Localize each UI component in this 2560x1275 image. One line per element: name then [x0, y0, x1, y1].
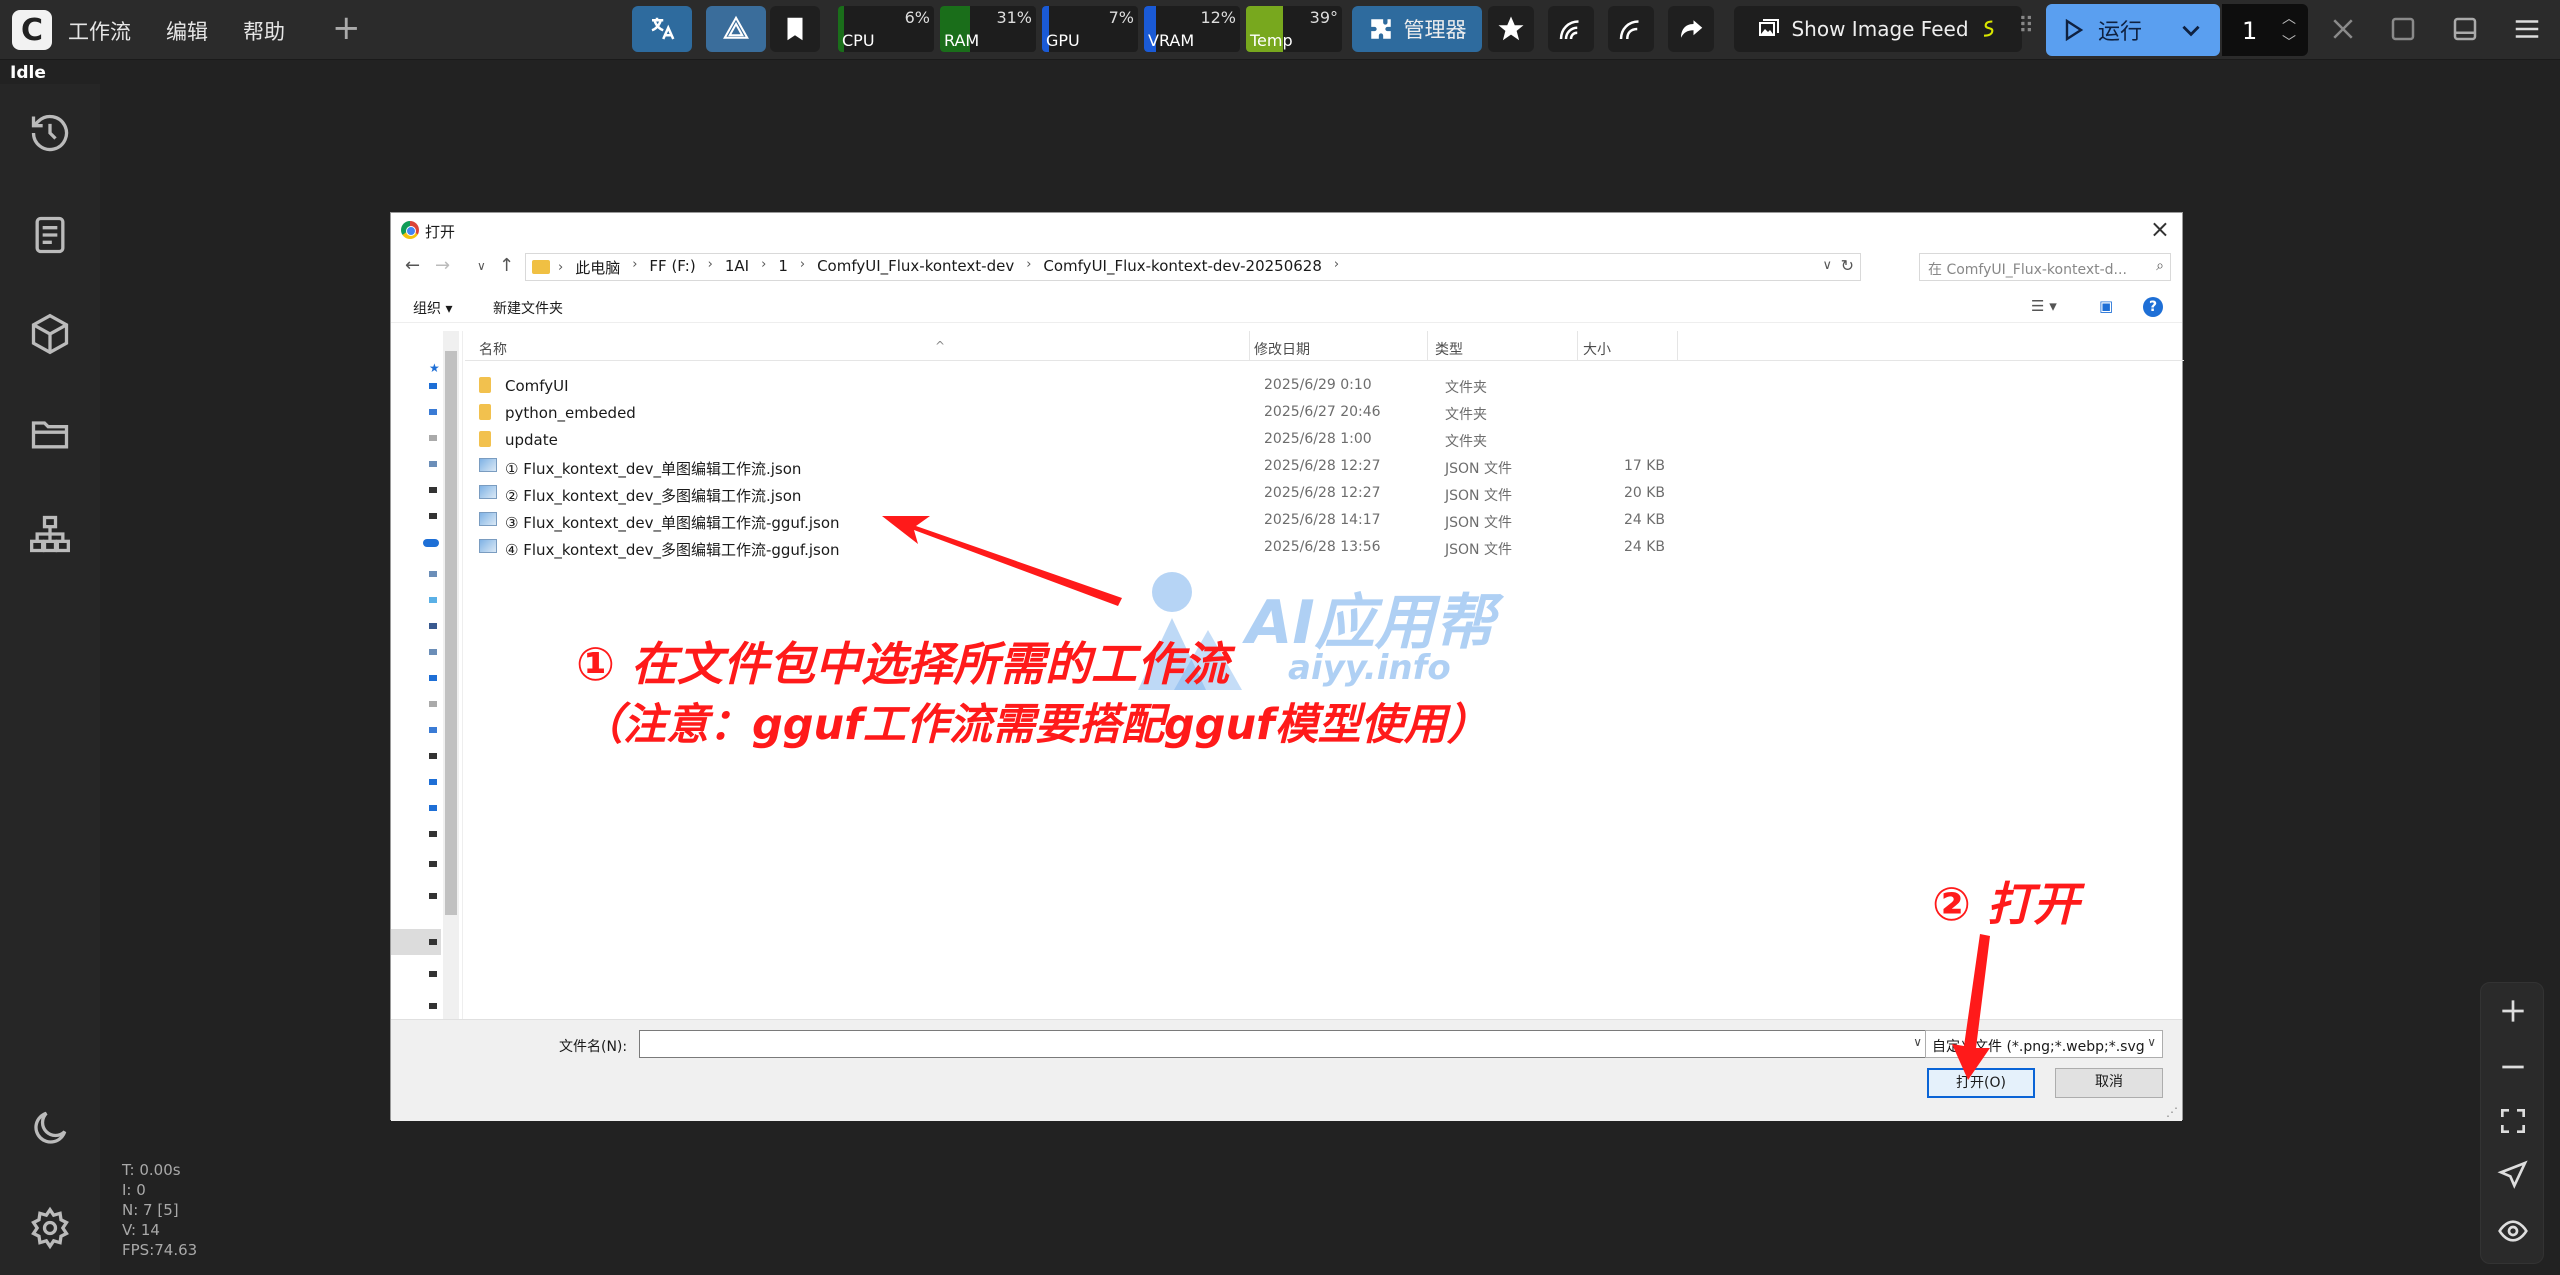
annotation-arrows	[882, 516, 1990, 1080]
annotation-step1-line2: （注意：gguf工作流需要搭配gguf模型使用）	[580, 700, 1490, 750]
arrow-to-open-button	[1952, 934, 1990, 1080]
annotation-step2: ② 打开	[1932, 877, 2079, 931]
arrow-to-file-list	[882, 516, 1122, 606]
annotation-step1-line1: ① 在文件包中选择所需的工作流	[576, 637, 1229, 691]
